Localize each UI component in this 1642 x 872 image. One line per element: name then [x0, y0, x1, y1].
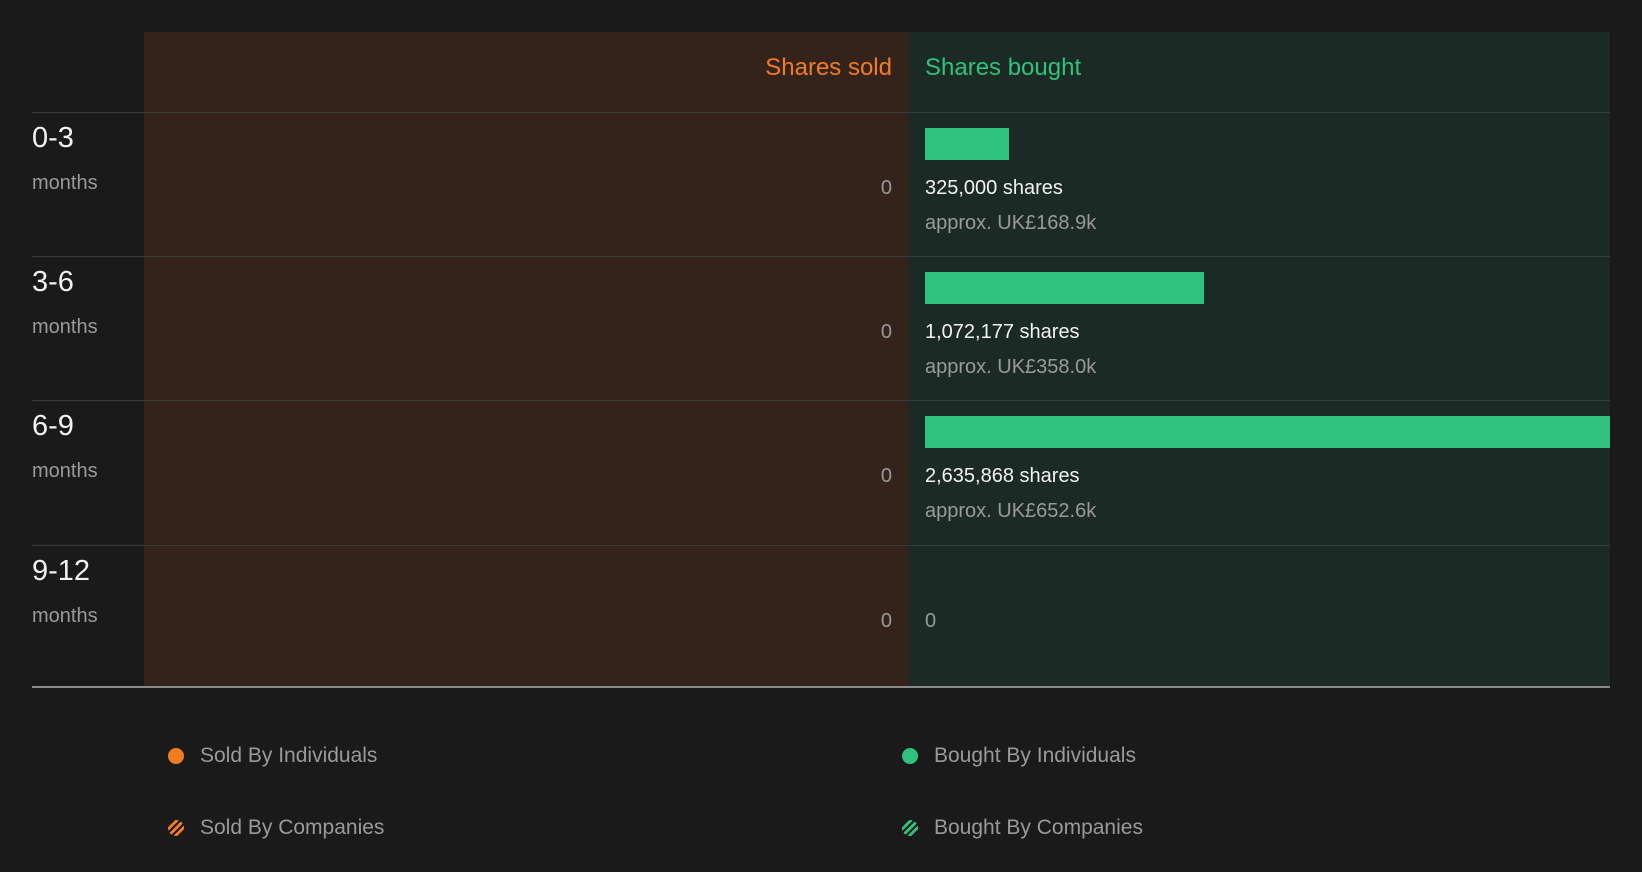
- bought-bar: [925, 272, 1204, 304]
- orange-hatched-circle-icon: [168, 820, 184, 836]
- row-divider: [32, 256, 1610, 257]
- bought-shares-label: 2,635,868 shares: [925, 465, 1080, 487]
- sold-value-label: 0: [880, 321, 892, 343]
- orange-circle-icon: [168, 748, 184, 764]
- bought-approx-value: approx. UK£358.0k: [925, 356, 1097, 378]
- sold-value-label: 0: [880, 610, 892, 632]
- bought-bar: [925, 128, 1010, 160]
- period-unit-label: months: [32, 460, 98, 482]
- period-label: 6-9: [32, 410, 74, 442]
- period-label: 3-6: [32, 266, 74, 298]
- shares-bought-header: Shares bought: [925, 54, 1082, 81]
- legend-bought-by-companies: Bought By Companies: [902, 816, 1143, 840]
- legend-label: Sold By Companies: [200, 816, 385, 839]
- chart-baseline: [32, 686, 1610, 688]
- legend-sold-by-companies: Sold By Companies: [168, 816, 384, 840]
- green-hatched-circle-icon: [902, 820, 918, 836]
- legend-sold-by-individuals: Sold By Individuals: [168, 744, 377, 768]
- period-label: 9-12: [32, 555, 91, 587]
- bought-approx-value: approx. UK£652.6k: [925, 500, 1097, 522]
- bought-shares-label: 325,000 shares: [925, 177, 1063, 199]
- sold-panel: [144, 32, 909, 687]
- bought-approx-value: approx. UK£168.9k: [925, 212, 1097, 234]
- period-unit-label: months: [32, 316, 98, 338]
- period-label: 0-3: [32, 122, 74, 154]
- green-circle-icon: [902, 748, 918, 764]
- period-unit-label: months: [32, 172, 98, 194]
- row-divider: [32, 112, 1610, 113]
- bought-shares-label: 1,072,177 shares: [925, 321, 1080, 343]
- sold-value-label: 0: [880, 465, 892, 487]
- legend-label: Bought By Individuals: [934, 744, 1136, 767]
- row-divider: [32, 545, 1610, 546]
- bought-zero-label: 0: [925, 610, 937, 632]
- shares-sold-header: Shares sold: [765, 54, 892, 81]
- legend-label: Bought By Companies: [934, 816, 1143, 839]
- bought-bar: [925, 416, 1610, 448]
- legend-label: Sold By Individuals: [200, 744, 378, 767]
- sold-value-label: 0: [880, 177, 892, 199]
- row-divider: [32, 400, 1610, 401]
- period-unit-label: months: [32, 605, 98, 627]
- legend-bought-by-individuals: Bought By Individuals: [902, 744, 1136, 768]
